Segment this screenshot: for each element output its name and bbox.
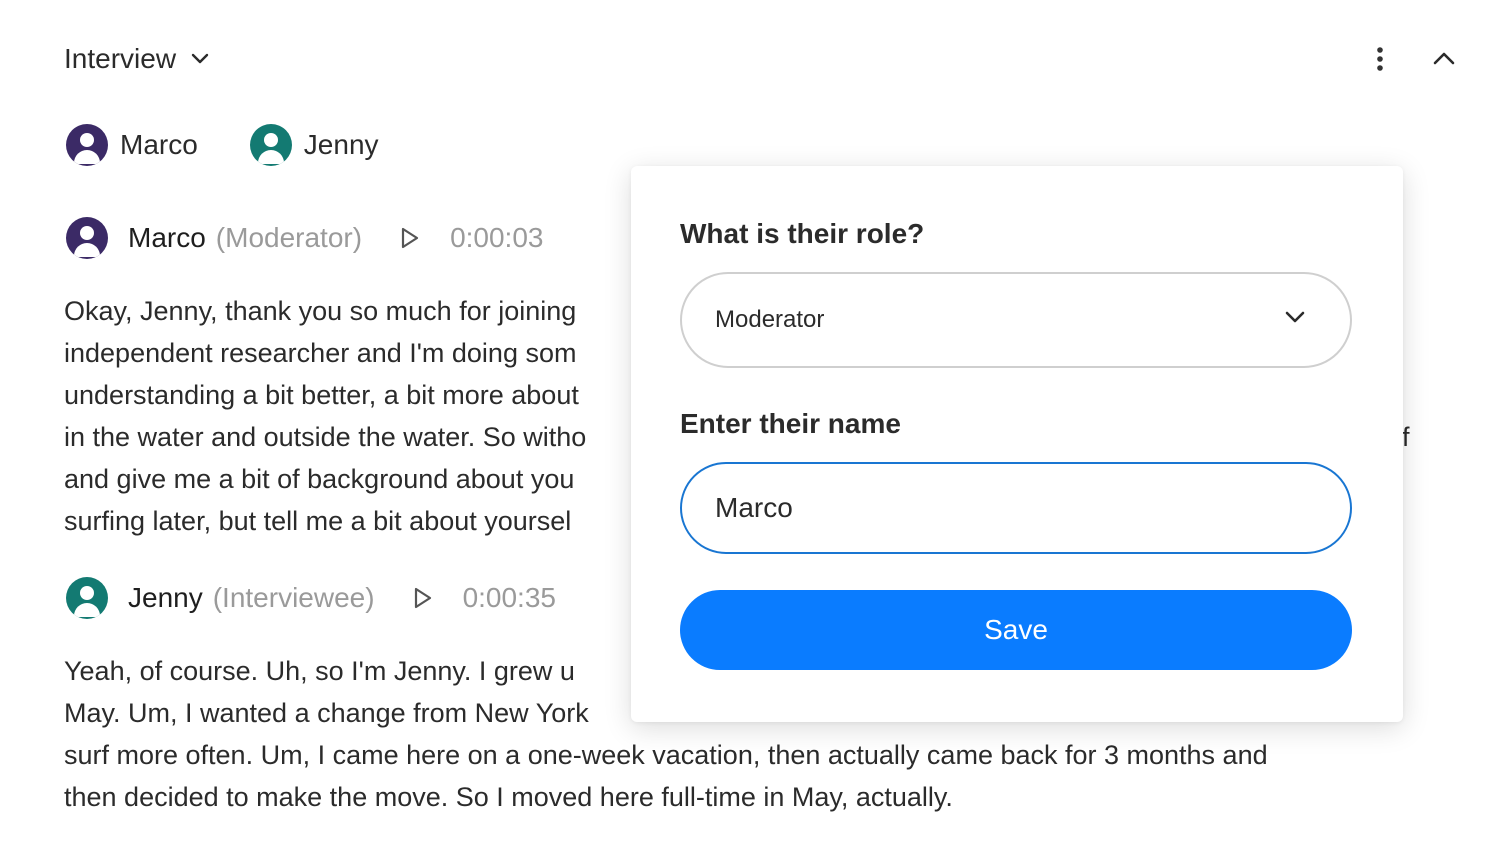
utterance-header: Jenny (Interviewee) 0:00:35 [66, 576, 556, 620]
utterance-speaker-role: (Interviewee) [212, 582, 375, 613]
user-avatar-icon [66, 217, 108, 259]
name-label: Enter their name [680, 408, 901, 439]
more-options-kebab-icon[interactable] [1368, 44, 1392, 74]
speaker-list: Marco Jenny [66, 124, 431, 166]
chevron-down-icon[interactable] [190, 52, 210, 66]
play-icon[interactable] [400, 227, 420, 249]
utterance-timestamp[interactable]: 0:00:03 [450, 222, 543, 254]
utterance-speaker-role: (Moderator) [215, 222, 363, 253]
user-avatar-icon [66, 577, 108, 619]
transcript-line: then decided to make the move. So I move… [64, 782, 953, 812]
role-select-value: Moderator [715, 306, 825, 333]
speaker-chip-jenny[interactable]: Jenny [249, 124, 379, 166]
transcript-line-fragment: f [1402, 422, 1410, 452]
utterance-speaker-name[interactable]: Marco [128, 222, 206, 254]
utterance-speaker-name[interactable]: Jenny [128, 582, 203, 614]
save-button[interactable]: Save [680, 590, 1352, 670]
user-avatar-icon [66, 124, 108, 166]
chevron-down-icon [1284, 310, 1306, 324]
play-icon[interactable] [413, 587, 433, 609]
speaker-chip-marco[interactable]: Marco [66, 124, 198, 166]
transcript-line: surf more often. Um, I came here on a on… [64, 740, 1268, 770]
utterance-timestamp[interactable]: 0:00:35 [463, 582, 556, 614]
edit-speaker-popover: What is their role? Moderator Enter thei… [631, 166, 1403, 722]
chevron-up-icon[interactable] [1428, 42, 1460, 74]
speaker-chip-label: Jenny [303, 129, 379, 160]
speaker-name-input[interactable] [680, 462, 1352, 554]
role-label: What is their role? [680, 218, 925, 249]
transcript-title[interactable]: Interview [64, 43, 176, 75]
transcript-header: Interview [64, 38, 210, 80]
utterance-header: Marco (Moderator) 0:00:03 [66, 216, 543, 260]
user-avatar-icon [249, 124, 292, 166]
role-select[interactable]: Moderator [680, 272, 1352, 368]
speaker-chip-label: Marco [120, 129, 198, 160]
